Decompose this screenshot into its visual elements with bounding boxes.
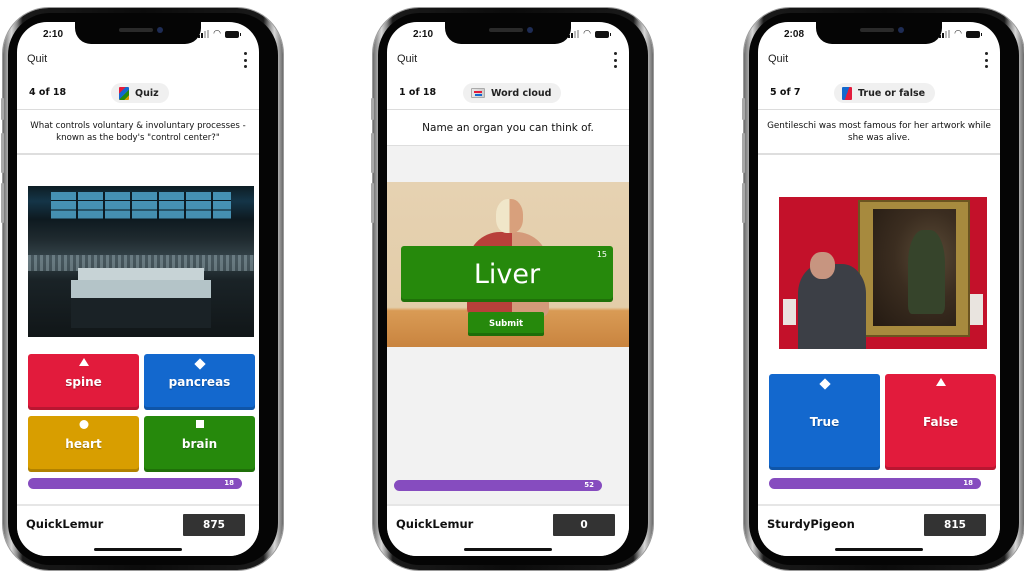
question-counter: 1 of 18 xyxy=(399,87,437,98)
question-info-bar: 5 of 7 True or false xyxy=(758,78,1000,110)
circle-icon xyxy=(79,420,88,429)
notch xyxy=(816,22,942,44)
player-footer: QuickLemur 875 xyxy=(17,504,259,556)
quit-button[interactable]: Quit xyxy=(397,53,417,65)
question-type-label: True or false xyxy=(858,87,926,99)
triangle-icon xyxy=(78,358,89,366)
answer-label: heart xyxy=(65,437,102,451)
kebab-menu-icon[interactable] xyxy=(241,52,249,68)
player-nickname: QuickLemur xyxy=(26,517,104,531)
wifi-icon: ◠ xyxy=(583,29,591,39)
question-image xyxy=(779,197,987,349)
submit-button[interactable]: Submit xyxy=(468,312,544,336)
quiz-icon xyxy=(119,86,129,100)
screen: 2:08 ◠ Quit 5 of 7 True or false Gentile… xyxy=(758,22,1000,556)
question-label: What controls voluntary & involuntary pr… xyxy=(30,121,246,143)
player-footer: QuickLemur 0 xyxy=(387,504,629,556)
question-type-badge: True or false xyxy=(834,83,936,103)
volume-down-button xyxy=(371,183,374,223)
quit-button[interactable]: Quit xyxy=(27,53,47,65)
screen: 2:10 ◠ Quit 1 of 18 Word cloud Name an o… xyxy=(387,22,629,556)
wifi-icon: ◠ xyxy=(213,29,221,39)
answer-label: brain xyxy=(181,437,218,451)
answer-button-true[interactable]: True xyxy=(769,374,880,470)
status-time: 2:08 xyxy=(784,29,805,40)
question-type-badge: Quiz xyxy=(111,83,169,103)
question-text: Name an organ you can think of. xyxy=(387,111,629,147)
phone-word-cloud: 2:10 ◠ Quit 1 of 18 Word cloud Name an o… xyxy=(371,8,653,570)
word-cloud-answer-input[interactable]: Liver 15 xyxy=(401,246,613,302)
side-button xyxy=(742,98,745,120)
answer-button-brain[interactable]: brain xyxy=(144,416,255,472)
question-image xyxy=(28,186,254,337)
volume-down-button xyxy=(742,183,745,223)
timer-value: 52 xyxy=(584,481,594,489)
battery-icon xyxy=(595,30,611,38)
question-type-label: Word cloud xyxy=(491,87,552,99)
phone-true-false: 2:08 ◠ Quit 5 of 7 True or false Gentile… xyxy=(742,8,1024,570)
top-bar: Quit xyxy=(387,50,629,74)
notch xyxy=(75,22,201,44)
timer-value: 18 xyxy=(963,479,973,487)
player-nickname: SturdyPigeon xyxy=(767,517,855,531)
notch xyxy=(445,22,571,44)
answer-button-heart[interactable]: heart xyxy=(28,416,139,472)
timer-value: 18 xyxy=(224,479,234,487)
status-time: 2:10 xyxy=(413,29,434,40)
battery-icon xyxy=(225,30,241,38)
question-info-bar: 1 of 18 Word cloud xyxy=(387,78,629,110)
home-indicator[interactable] xyxy=(94,548,182,551)
question-text: What controls voluntary & involuntary pr… xyxy=(17,111,259,155)
player-nickname: QuickLemur xyxy=(396,517,474,531)
answer-button-pancreas[interactable]: pancreas xyxy=(144,354,255,410)
question-text: Gentileschi was most famous for her artw… xyxy=(758,111,1000,155)
diamond-icon xyxy=(818,378,831,390)
timer-bar: 52 xyxy=(394,480,602,491)
volume-down-button xyxy=(1,183,4,223)
battery-icon xyxy=(966,30,982,38)
top-bar: Quit xyxy=(17,50,259,74)
question-type-label: Quiz xyxy=(135,87,159,99)
triangle-icon xyxy=(935,378,946,386)
answer-label: True xyxy=(809,415,840,429)
player-footer: SturdyPigeon 815 xyxy=(758,504,1000,556)
quit-button[interactable]: Quit xyxy=(768,53,788,65)
player-score: 815 xyxy=(924,514,986,536)
diamond-icon xyxy=(193,358,206,370)
answer-button-spine[interactable]: spine xyxy=(28,354,139,410)
side-button xyxy=(371,98,374,120)
home-indicator[interactable] xyxy=(464,548,552,551)
kebab-menu-icon[interactable] xyxy=(982,52,990,68)
side-button xyxy=(1,98,4,120)
player-score: 875 xyxy=(183,514,245,536)
square-icon xyxy=(195,420,204,428)
player-score: 0 xyxy=(553,514,615,536)
answer-label: spine xyxy=(65,375,102,389)
answer-label: pancreas xyxy=(168,375,231,389)
kebab-menu-icon[interactable] xyxy=(611,52,619,68)
question-label: Name an organ you can think of. xyxy=(422,122,594,134)
answer-button-false[interactable]: False xyxy=(885,374,996,470)
characters-remaining: 15 xyxy=(596,250,607,259)
screen: 2:10 ◠ Quit 4 of 18 Quiz What controls v… xyxy=(17,22,259,556)
word-cloud-icon xyxy=(471,88,485,98)
timer-bar: 18 xyxy=(769,478,981,489)
question-info-bar: 4 of 18 Quiz xyxy=(17,78,259,110)
question-type-badge: Word cloud xyxy=(463,83,562,103)
volume-up-button xyxy=(742,133,745,173)
volume-up-button xyxy=(371,133,374,173)
home-indicator[interactable] xyxy=(835,548,923,551)
true-false-icon xyxy=(842,86,852,100)
phone-quiz: 2:10 ◠ Quit 4 of 18 Quiz What controls v… xyxy=(1,8,283,570)
top-bar: Quit xyxy=(758,50,1000,74)
answer-label: False xyxy=(923,415,958,429)
question-label: Gentileschi was most famous for her artw… xyxy=(767,121,991,143)
answer-input-value: Liver xyxy=(473,258,541,290)
wifi-icon: ◠ xyxy=(954,29,962,39)
status-time: 2:10 xyxy=(43,29,64,40)
volume-up-button xyxy=(1,133,4,173)
question-counter: 4 of 18 xyxy=(29,87,67,98)
timer-bar: 18 xyxy=(28,478,242,489)
question-counter: 5 of 7 xyxy=(770,87,801,98)
